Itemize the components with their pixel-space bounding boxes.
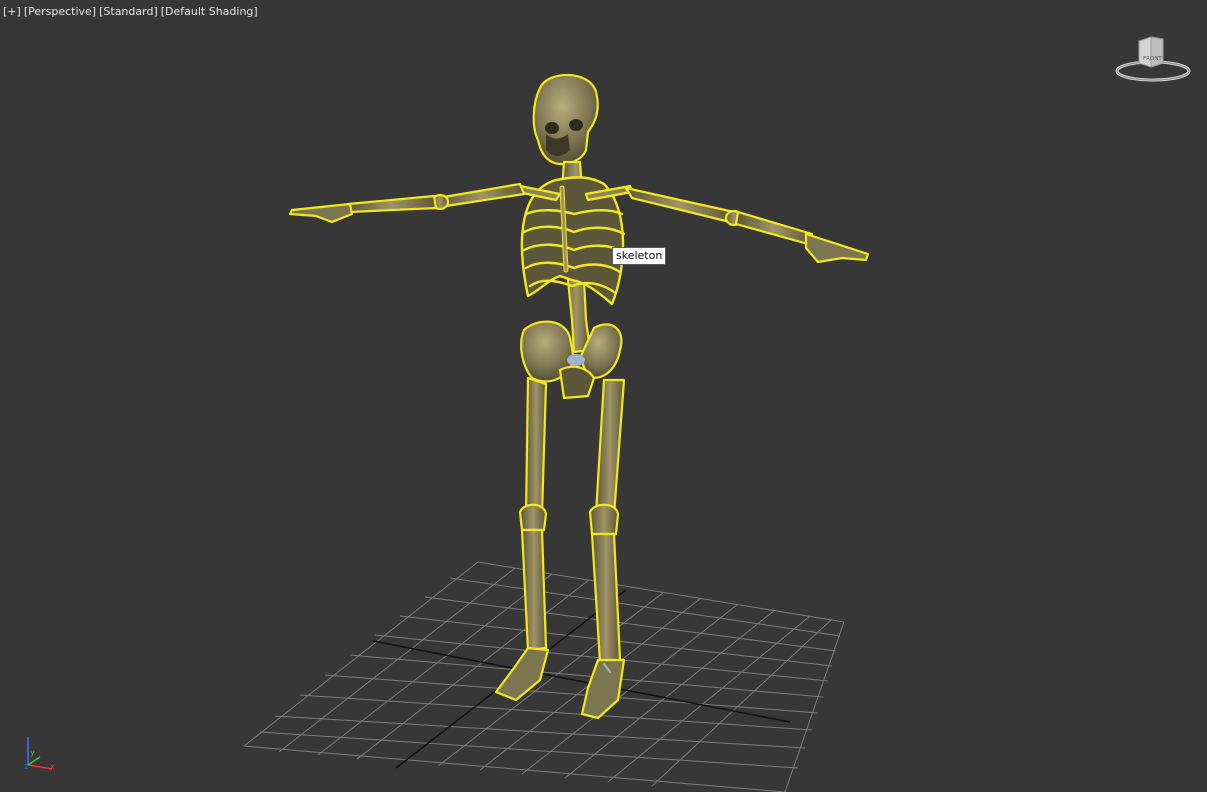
skeleton-model[interactable] [288,73,870,720]
scene-3d[interactable] [0,0,1207,792]
grid-axis-lines [372,589,791,769]
right-leg[interactable] [580,378,626,720]
object-name-tooltip: skeleton [612,247,667,265]
axis-x-label: x [50,762,55,771]
viewcube[interactable]: FRONT [1113,33,1193,89]
skull[interactable] [532,73,599,166]
axis-tripod-icon: y x z [24,737,55,771]
axis-y-label: y [30,748,35,757]
left-arm[interactable] [288,182,526,224]
axis-z-label: z [24,762,28,771]
perspective-viewport[interactable]: [+] [Perspective] [Standard] [Default Shadi… [0,0,1207,792]
viewcube-face-label: FRONT [1143,56,1162,62]
left-leg[interactable] [494,376,550,702]
